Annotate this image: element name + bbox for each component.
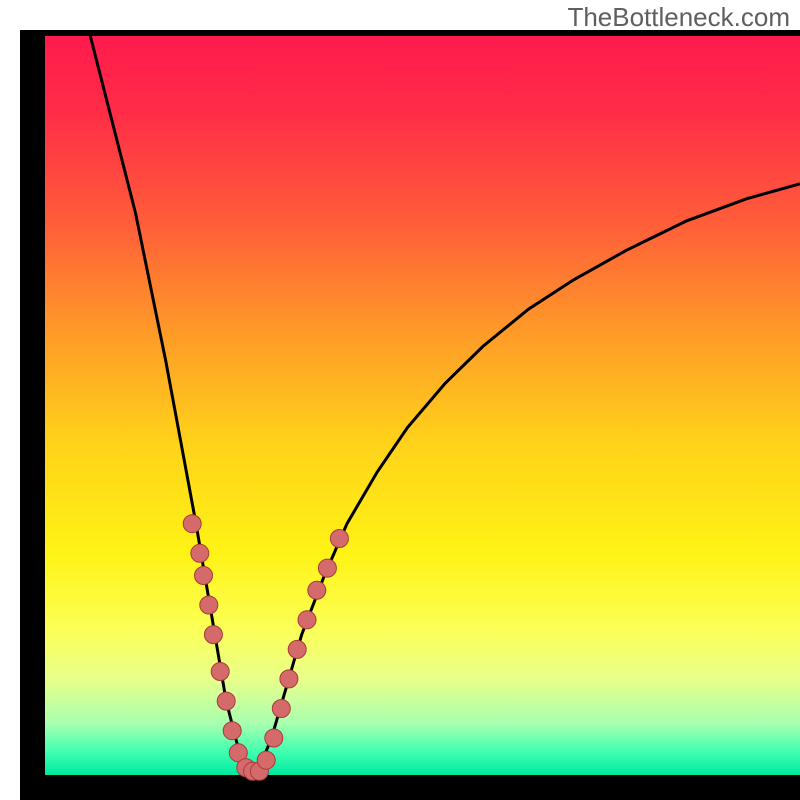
plot-area: [45, 36, 800, 775]
data-marker: [257, 751, 275, 769]
data-marker: [298, 611, 316, 629]
data-marker: [265, 729, 283, 747]
data-marker: [217, 692, 235, 710]
data-marker: [191, 544, 209, 562]
data-marker: [272, 700, 290, 718]
data-marker: [223, 722, 241, 740]
data-marker: [200, 596, 218, 614]
data-marker: [195, 567, 213, 585]
data-marker: [330, 530, 348, 548]
data-marker: [308, 581, 326, 599]
data-marker: [288, 640, 306, 658]
data-marker: [204, 626, 222, 644]
chart-svg: [0, 0, 800, 800]
data-marker: [211, 663, 229, 681]
data-marker: [280, 670, 298, 688]
watermark-text: TheBottleneck.com: [567, 2, 790, 33]
chart-container: TheBottleneck.com: [0, 0, 800, 800]
data-marker: [183, 515, 201, 533]
data-marker: [318, 559, 336, 577]
